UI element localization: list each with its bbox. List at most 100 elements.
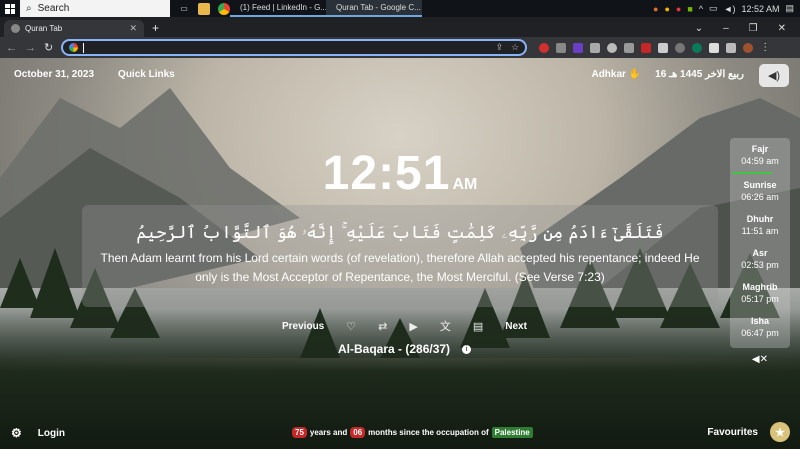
extension-icon[interactable] <box>607 42 618 53</box>
browser-tabbar: Quran Tab ✕ + ⌄ – ❐ ✕ <box>0 17 800 37</box>
mute-adhan-icon[interactable]: ◀✕ <box>752 354 768 365</box>
close-tab-icon[interactable]: ✕ <box>129 23 137 34</box>
translate-icon[interactable]: 文 <box>440 318 451 334</box>
months-text: months since the occupation of <box>368 428 489 437</box>
tray-app-icon[interactable]: ● <box>664 4 669 14</box>
chevron-down-icon[interactable]: ⌄ <box>695 23 703 34</box>
extension-icon[interactable] <box>590 42 601 53</box>
reader-icon[interactable]: ▤ <box>473 320 483 333</box>
taskbar-app-qurantab[interactable]: Quran Tab - Google C... <box>326 0 422 17</box>
sound-button[interactable]: ◀) <box>759 64 789 87</box>
info-icon[interactable]: i <box>462 344 472 354</box>
search-icon: ⌕ <box>26 3 32 14</box>
taskbar-search[interactable]: ⌕ Search <box>20 0 170 17</box>
new-tab-button[interactable]: + <box>144 21 167 37</box>
google-icon <box>69 43 79 52</box>
extensions-bar: ⋮ <box>539 42 770 53</box>
extension-icon[interactable] <box>573 42 584 53</box>
tab-title: Quran Tab <box>25 24 63 33</box>
prayer-time: 11:51 am <box>741 226 779 236</box>
extension-icon[interactable] <box>675 42 686 53</box>
notification-icon[interactable]: ▤ <box>785 3 794 14</box>
network-icon[interactable]: ▭ <box>709 3 718 14</box>
taskbar-search-label: Search <box>37 3 70 14</box>
task-view-icon[interactable]: ▭ <box>178 3 190 15</box>
years-badge: 75 <box>292 427 307 438</box>
taskbar-app-linkedin[interactable]: (1) Feed | LinkedIn - G... <box>230 0 326 17</box>
share-icon[interactable]: ⇪ <box>496 42 504 53</box>
tab-favicon-icon <box>11 24 20 33</box>
login-button[interactable]: Login <box>38 428 65 439</box>
browser-tab[interactable]: Quran Tab ✕ <box>4 20 144 37</box>
hijri-date: 16 ربيع الاخر 1445 هـ <box>655 69 744 80</box>
restore-button[interactable]: ❐ <box>749 23 758 34</box>
prayer-name: Sunrise <box>743 180 777 190</box>
close-window-button[interactable]: ✕ <box>778 23 786 34</box>
adhkar-label: Adhkar <box>591 69 626 80</box>
prayer-name: Fajr <box>751 144 769 154</box>
puzzle-icon[interactable] <box>709 42 720 53</box>
months-badge: 06 <box>350 427 366 438</box>
tray-app-icon[interactable]: ● <box>653 4 658 14</box>
adhkar-button[interactable]: Adhkar ✋ <box>591 69 641 80</box>
verse-translation: Then Adam learnt from his Lord certain w… <box>100 251 700 284</box>
clock-ampm: AM <box>452 176 478 193</box>
surah-label[interactable]: Al-Baqara - (286/37) <box>338 342 450 356</box>
extension-icon[interactable] <box>641 42 652 53</box>
browser-toolbar: ← → ↻ ⇪ ☆ ⋮ <box>0 37 800 58</box>
prayer-time: 05:17 pm <box>741 294 779 304</box>
surah-info: Al-Baqara - (286/37) i <box>338 342 472 356</box>
prayer-maghrib: Maghrib 05:17 pm <box>730 276 790 310</box>
minimize-button[interactable]: – <box>723 23 729 34</box>
chrome-icon[interactable] <box>218 2 230 15</box>
address-bar[interactable]: ⇪ ☆ <box>61 39 528 56</box>
quick-links-button[interactable]: Quick Links <box>118 69 175 80</box>
prayer-sunrise: Sunrise 06:26 am <box>730 174 790 208</box>
sidepanel-icon[interactable] <box>726 42 737 53</box>
prayer-name: Dhuhr <box>746 214 774 224</box>
extension-icon[interactable] <box>556 42 567 53</box>
speaker-icon: ◀) <box>767 70 781 82</box>
occupation-counter: 75 years and 06 months since the occupat… <box>292 427 533 438</box>
windows-taskbar: ⌕ Search ▭ (1) Feed | LinkedIn - G... Qu… <box>0 0 800 17</box>
praying-hands-icon: ✋ <box>628 69 642 80</box>
prayer-name: Isha <box>750 316 769 326</box>
menu-dots-icon[interactable]: ⋮ <box>760 42 770 53</box>
tray-app-icon[interactable]: ● <box>676 4 681 14</box>
forward-icon[interactable]: → <box>25 42 36 54</box>
verse-card: فَتَلَقَّىٰٓ ءَادَمُ مِن رَّبِّهِۦ كَلِم… <box>82 205 718 307</box>
prayer-time: 04:59 am <box>741 156 779 166</box>
taskbar-app-label: (1) Feed | LinkedIn - G... <box>240 3 326 12</box>
repeat-icon[interactable]: ⇄ <box>378 320 387 333</box>
next-button[interactable]: Next <box>505 321 527 332</box>
gear-icon[interactable]: ⚙ <box>11 426 22 440</box>
avatar[interactable] <box>743 42 754 53</box>
previous-button[interactable]: Previous <box>282 321 324 332</box>
clock-time: 12:51 <box>322 147 451 200</box>
camera-extension-icon[interactable] <box>624 42 635 53</box>
clock-display: 12:51 AM <box>0 146 800 201</box>
star-icon[interactable]: ★ <box>770 422 790 442</box>
prayer-time: 02:53 pm <box>741 260 779 270</box>
file-explorer-icon[interactable] <box>198 2 210 15</box>
heart-icon[interactable]: ♡ <box>346 320 356 333</box>
play-icon[interactable]: ▶ <box>409 320 417 333</box>
start-button[interactable] <box>0 0 20 17</box>
extension-icon[interactable] <box>658 42 669 53</box>
extension-icon[interactable] <box>692 42 703 53</box>
taskbar-clock[interactable]: 12:52 AM <box>741 4 779 14</box>
extension-icon[interactable] <box>539 42 550 53</box>
prayer-asr: Asr 02:53 pm <box>730 242 790 276</box>
verse-controls: Previous ♡ ⇄ ▶ 文 ▤ Next <box>282 318 527 334</box>
chevron-up-icon[interactable]: ^ <box>699 4 703 14</box>
prayer-time: 06:47 pm <box>741 328 779 338</box>
volume-icon[interactable]: ◄) <box>724 4 736 14</box>
text-cursor <box>83 42 85 53</box>
favourites-button[interactable]: Favourites <box>707 427 758 438</box>
nvidia-icon[interactable]: ■ <box>687 4 692 14</box>
windows-icon <box>5 3 15 14</box>
prayer-dhuhr: Dhuhr 11:51 am <box>730 208 790 242</box>
bookmark-star-icon[interactable]: ☆ <box>511 42 519 53</box>
back-icon[interactable]: ← <box>6 42 17 54</box>
reload-icon[interactable]: ↻ <box>44 41 53 54</box>
